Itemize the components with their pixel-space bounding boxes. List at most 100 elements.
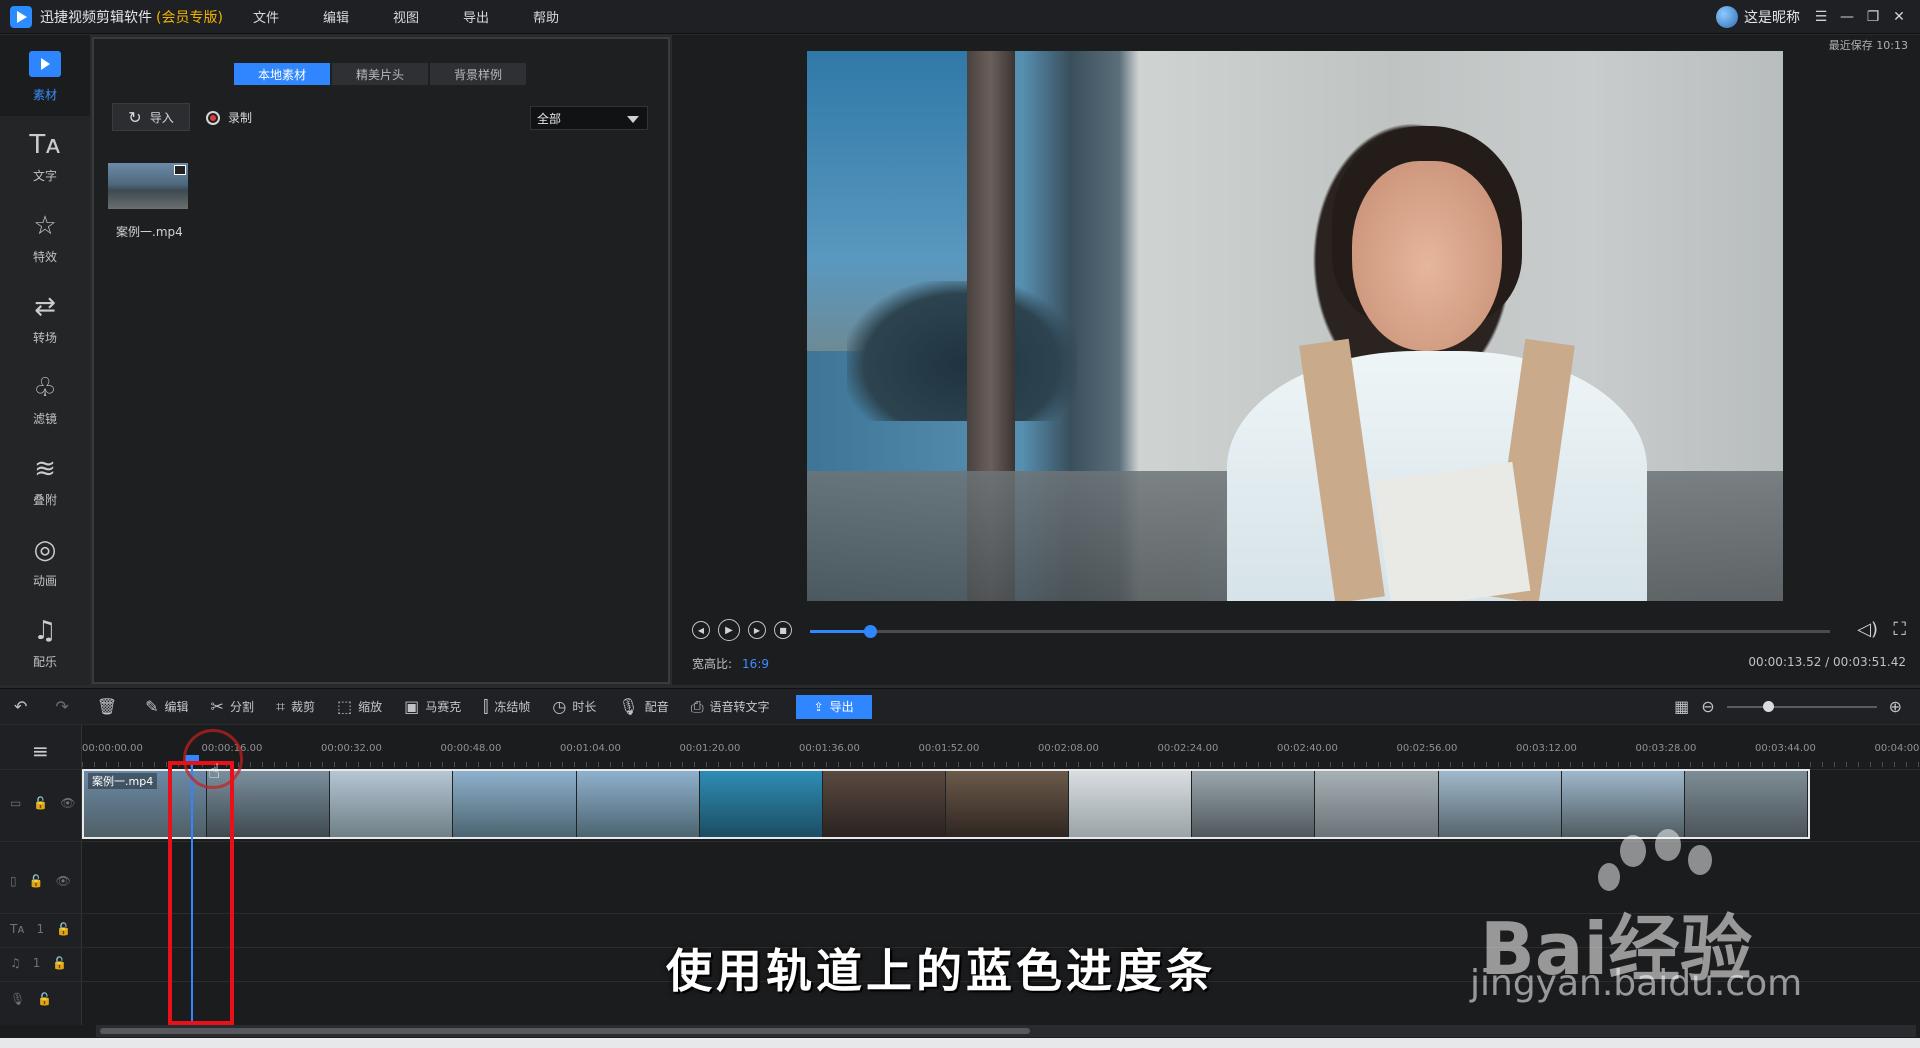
media-filter-select[interactable]: 全部 [530,106,648,130]
annotation-highlight-box [168,761,234,1025]
clip-label: 案例一.mp4 [88,773,158,789]
chevron-down-icon [627,116,639,123]
microphone-icon: 🎙 [10,992,26,1006]
media-panel: 本地素材 精美片头 背景样例 ↻ 导入 录制 全部 案例一.mp4 [92,37,670,684]
seek-bar[interactable] [810,625,1830,638]
maximize-icon[interactable]: ❐ [1860,7,1886,27]
tool-label: 时长 [572,700,597,714]
close-icon[interactable]: ✕ [1886,7,1912,27]
rail-item-text[interactable]: Tᴀ 文字 [0,116,90,197]
zoom-slider[interactable] [1726,700,1877,712]
clip-frame-thumbnail [699,771,823,837]
video-clip[interactable]: 案例一.mp4 [82,769,1810,839]
volume-icon[interactable]: ◁) [1857,619,1878,640]
playback-controls: ◀ ▶ ▶ ■ [692,619,800,641]
dubbing-button[interactable]: 🎙 配音 [618,697,668,716]
eye-icon[interactable]: 👁 [56,874,71,888]
rail-item-music[interactable]: ♫ 配乐 [0,602,90,683]
timeline-scrollbar[interactable] [96,1025,1916,1037]
rail-label: 转场 [32,331,57,345]
track-menu-icon[interactable]: ≡ [32,739,49,763]
rail-item-overlay[interactable]: ≋ 叠附 [0,440,90,521]
ruler-tick-label: 00:02:24.00 [1157,743,1219,754]
seek-handle[interactable] [864,625,878,638]
play-icon[interactable]: ▶ [718,619,740,641]
crop-icon: ⌗ [275,696,285,716]
menu-export[interactable]: 导出 [463,7,489,26]
menu-edit[interactable]: 编辑 [323,7,349,26]
fullscreen-icon[interactable]: ⛶ [1893,619,1906,640]
tool-label: 缩放 [358,700,383,714]
crop-button[interactable]: ⌗ 裁剪 [276,697,315,717]
effects-icon: ☆ [33,211,57,241]
import-button[interactable]: ↻ 导入 [112,103,190,131]
rail-item-filter[interactable]: ♧ 滤镜 [0,359,90,440]
zoom-slider-handle[interactable] [1762,700,1774,712]
avatar[interactable] [1716,6,1738,28]
minimize-icon[interactable]: — [1834,7,1860,27]
redo-icon[interactable]: ↷ [55,697,74,716]
lock-icon[interactable]: 🔓 [33,796,48,810]
rail-item-media[interactable]: 素材 [0,35,90,116]
aspect-value[interactable]: 16:9 [742,657,769,671]
mosaic-button[interactable]: ▣ 马赛克 [404,697,461,716]
rail-label: 滤镜 [32,412,57,426]
ruler-tick-label: 00:02:40.00 [1277,743,1338,754]
zoom-frame-icon: ⬚ [337,697,353,716]
menu-file[interactable]: 文件 [253,7,279,26]
eye-icon[interactable]: 👁 [60,796,75,810]
export-button[interactable]: ⇪ 导出 [795,694,872,719]
user-area[interactable]: 这是昵称 [1716,6,1800,28]
rail-label: 特效 [32,250,57,264]
delete-icon[interactable]: 🗑 [97,697,123,716]
video-preview[interactable] [807,51,1783,601]
tool-label: 分割 [229,700,254,714]
lock-icon[interactable]: 🔓 [56,922,71,936]
hamburger-icon[interactable]: ☰ [1808,7,1834,27]
clip-frame-thumbnail [822,771,946,837]
tool-label: 冻结帧 [494,700,531,714]
time-ruler[interactable]: 00:00:00.00 00:00:16.00 00:00:32.00 00:00:4… [82,725,1920,767]
zoom-out-icon[interactable]: ⊖ [1701,697,1714,716]
ruler-tick-label: 00:02:08.00 [1038,743,1099,754]
preview-panel: 最近保存 10:13 ◀ ▶ ▶ ■ ◁) ⛶ 宽高比: 16:9 00:00:… [672,35,1920,685]
edit-button[interactable]: ✎ 编辑 [145,697,188,716]
lock-icon[interactable]: 🔓 [37,992,52,1006]
voice-track-controls: 🎙 🔓 [10,992,52,1006]
ruler-tick-label: 00:02:56.00 [1396,743,1458,754]
rail-item-effects[interactable]: ☆ 特效 [0,197,90,278]
media-clip-thumbnail[interactable] [108,163,188,209]
rail-item-animation[interactable]: ◎ 动画 [0,521,90,602]
ruler-tick-label: 00:03:28.00 [1635,743,1697,754]
undo-icon[interactable]: ↶ [14,697,33,716]
duration-button[interactable]: ◷ 时长 [552,697,596,716]
record-icon [206,110,220,125]
stop-icon[interactable]: ■ [774,621,792,639]
tab-backgrounds[interactable]: 背景样例 [430,63,526,85]
lock-icon[interactable]: 🔓 [29,874,44,888]
freeze-frame-button[interactable]: ⫿ 冻结帧 [483,697,530,717]
record-button[interactable]: 录制 [206,109,252,126]
timecode: 00:00:13.52 / 00:03:51.42 [1748,655,1906,669]
fit-icon[interactable]: ▦ [1674,697,1689,716]
filter-icon: ♧ [33,373,57,403]
zoom-button[interactable]: ⬚ 缩放 [337,697,382,716]
split-button[interactable]: ✂ 分割 [211,697,254,716]
clock-icon: ◷ [552,697,567,716]
video-editor-app: 迅捷视频剪辑软件 (会员专版) 文件 编辑 视图 导出 帮助 这是昵称 ☰ — … [0,0,1920,1048]
scrollbar-thumb[interactable] [100,1028,1030,1034]
lock-icon[interactable]: 🔓 [52,956,67,970]
tab-intros[interactable]: 精美片头 [332,63,428,85]
speech-to-text-button[interactable]: ⎙ 语音转文字 [691,697,770,717]
music-track-icon: ♫ [10,956,21,970]
menu-help[interactable]: 帮助 [533,7,559,26]
next-frame-icon[interactable]: ▶ [748,621,766,639]
text-icon: Tᴀ [29,130,61,160]
menu-view[interactable]: 视图 [393,7,419,26]
prev-frame-icon[interactable]: ◀ [692,621,710,639]
zoom-in-icon[interactable]: ⊕ [1889,697,1902,716]
user-nickname[interactable]: 这是昵称 [1744,7,1800,27]
rail-item-transition[interactable]: ⇄ 转场 [0,278,90,359]
tab-local-media[interactable]: 本地素材 [234,63,330,85]
clip-frame-thumbnail [1684,771,1808,837]
